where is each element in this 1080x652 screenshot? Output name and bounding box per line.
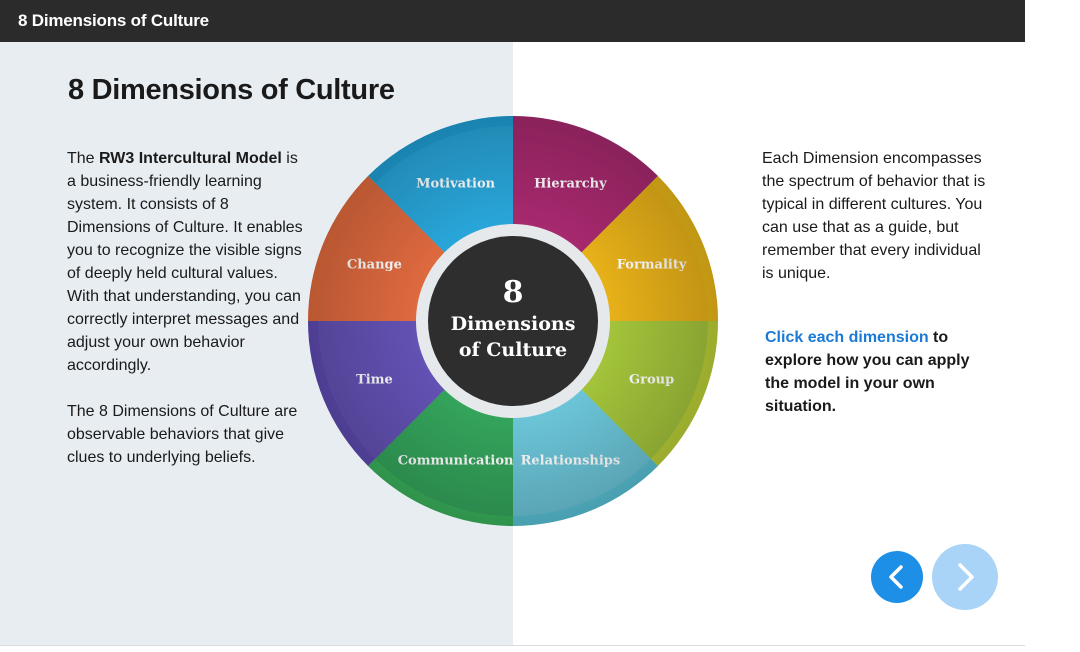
center-line-2: of Culture (459, 339, 567, 361)
model-name: RW3 Intercultural Model (99, 150, 282, 167)
description-paragraph: Each Dimension encompasses the spectrum … (762, 150, 986, 282)
previous-button[interactable] (871, 551, 923, 603)
dimension-label: Formality (617, 258, 687, 273)
title-bar: 8 Dimensions of Culture (0, 0, 1025, 42)
call-to-action: Click each dimension to explore how you … (765, 326, 975, 418)
intro-text-part: The (67, 150, 100, 167)
intro-paragraph-2: The 8 Dimensions of Culture are observab… (67, 403, 298, 466)
intro-text: The RW3 Intercultural Model is a busines… (67, 147, 307, 492)
dimension-label: Time (356, 372, 393, 387)
click-each-dimension-link[interactable]: Click each dimension (765, 329, 929, 346)
description-text: Each Dimension encompasses the spectrum … (762, 147, 987, 285)
next-button[interactable] (932, 544, 998, 610)
bottom-divider (0, 645, 1025, 646)
dimension-label: Communication (398, 454, 514, 469)
dimension-label: Group (629, 372, 674, 387)
intro-text-part: is a business-friendly learning system. … (67, 150, 303, 374)
dimension-label: Change (347, 258, 402, 273)
window-title: 8 Dimensions of Culture (18, 11, 209, 30)
chevron-left-icon (889, 565, 903, 589)
intro-paragraph-1: The RW3 Intercultural Model is a busines… (67, 147, 307, 377)
dimensions-wheel: Motivation Hierarchy Formality Group Relatio… (308, 116, 718, 526)
dimension-label: Hierarchy (534, 176, 607, 191)
dimension-label: Relationships (521, 454, 621, 469)
center-line-1: Dimensions (451, 313, 576, 335)
dimension-label: Motivation (416, 176, 496, 191)
center-number: 8 (503, 275, 524, 310)
chevron-right-icon (958, 563, 974, 591)
page-title: 8 Dimensions of Culture (68, 74, 395, 106)
